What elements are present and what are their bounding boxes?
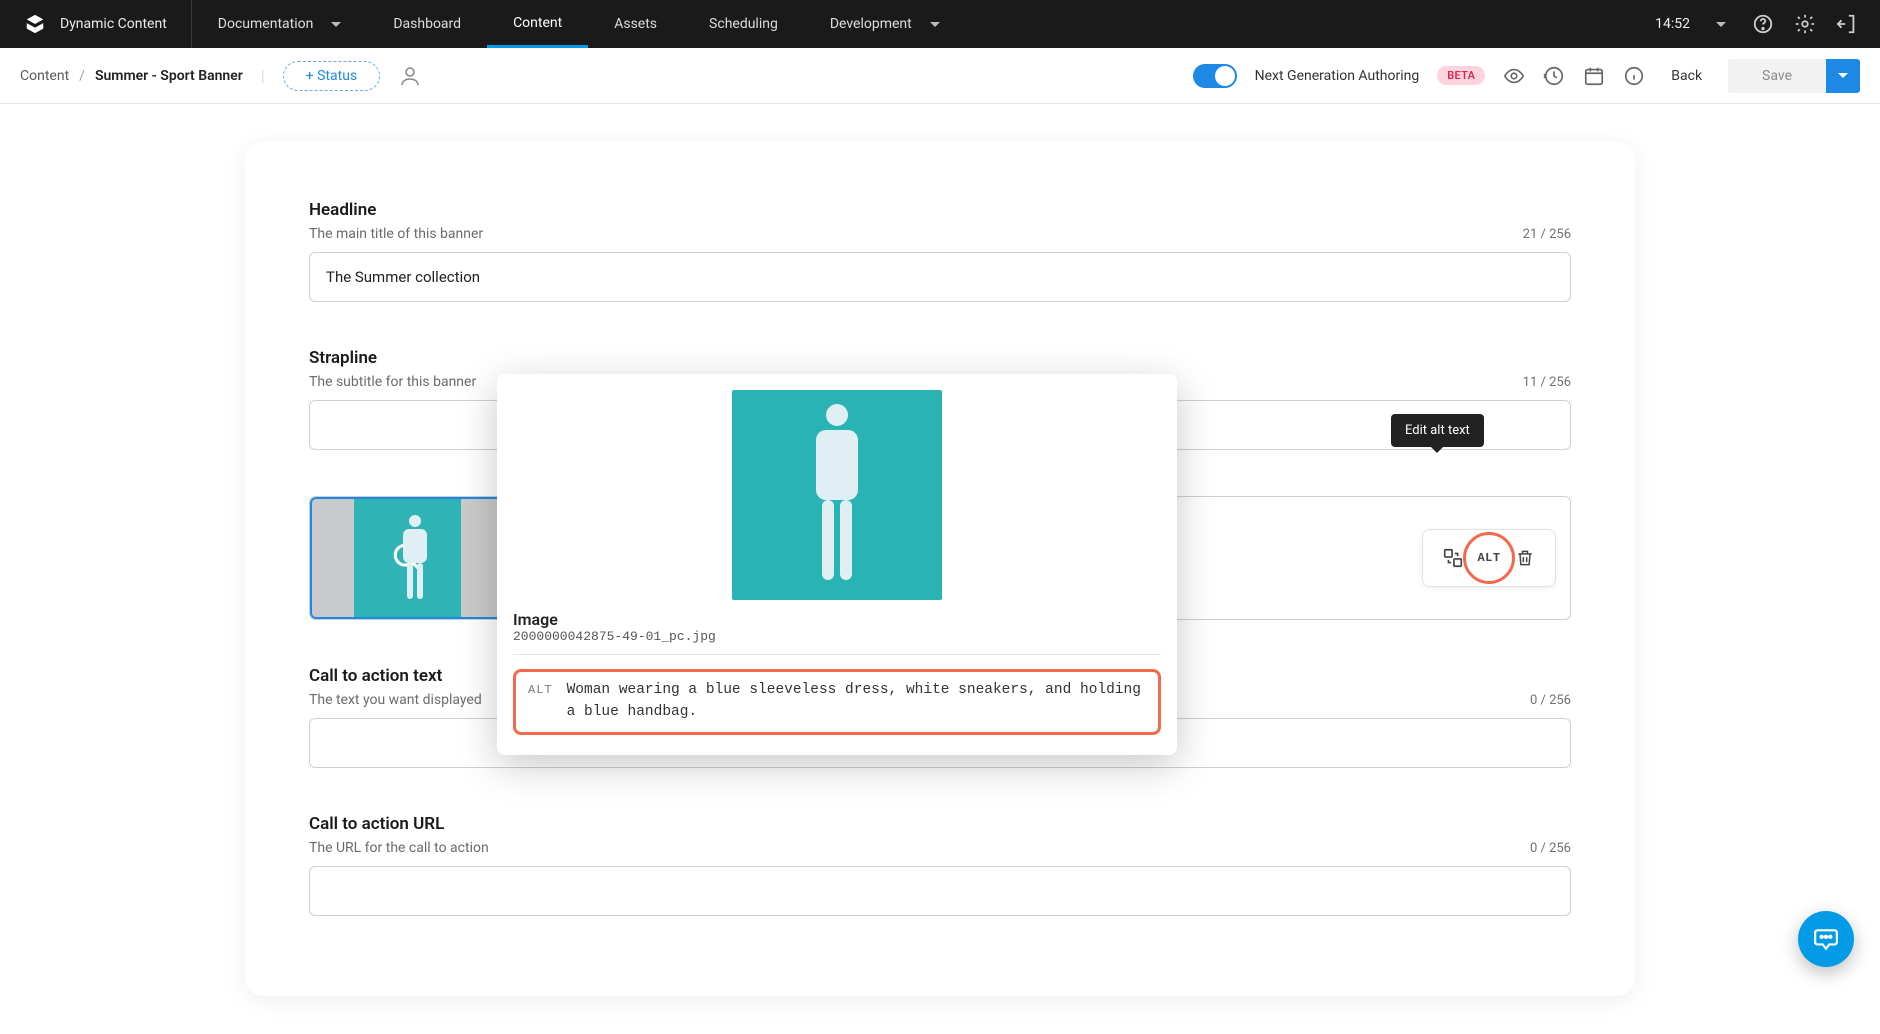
top-nav: Dynamic Content Documentation Dashboard … xyxy=(0,0,1880,48)
alt-tag: ALT xyxy=(528,683,553,697)
popover-title: Image xyxy=(513,610,1161,629)
char-count: 0 / 256 xyxy=(1530,841,1571,856)
chevron-down-icon xyxy=(331,22,341,27)
preview-eye-icon[interactable] xyxy=(1503,65,1525,87)
brand-logo-icon xyxy=(24,13,46,35)
image-thumbnail[interactable] xyxy=(310,497,505,619)
field-help: The subtitle for this banner xyxy=(309,374,476,390)
crumb-sep: / xyxy=(79,68,85,84)
nav-documentation[interactable]: Documentation xyxy=(192,0,368,48)
brand-name: Dynamic Content xyxy=(60,16,167,32)
save-button[interactable]: Save xyxy=(1728,59,1826,93)
image-popover: Image 2000000042875-49-01_pc.jpg ALT Wom… xyxy=(497,374,1177,755)
popover-image-preview xyxy=(732,390,942,600)
user-avatar-icon[interactable] xyxy=(398,64,422,88)
char-count: 21 / 256 xyxy=(1523,227,1571,242)
crumb-current: Summer - Sport Banner xyxy=(95,68,243,84)
chevron-down-icon xyxy=(1838,73,1848,78)
nav-scheduling[interactable]: Scheduling xyxy=(683,0,804,48)
nav-assets[interactable]: Assets xyxy=(588,0,683,48)
nav-dashboard[interactable]: Dashboard xyxy=(367,0,487,48)
logout-icon[interactable] xyxy=(1836,13,1858,35)
field-cta-url: Call to action URL The URL for the call … xyxy=(309,814,1571,916)
char-count: 0 / 256 xyxy=(1530,693,1571,708)
chat-fab-button[interactable] xyxy=(1798,911,1854,967)
popover-filename: 2000000042875-49-01_pc.jpg xyxy=(513,629,1161,655)
back-button[interactable]: Back xyxy=(1663,60,1710,92)
alt-text-box[interactable]: ALT Woman wearing a blue sleeveless dres… xyxy=(513,669,1161,735)
history-icon[interactable] xyxy=(1543,65,1565,87)
breadcrumb: Content / Summer - Sport Banner xyxy=(20,68,243,84)
field-help: The main title of this banner xyxy=(309,226,483,242)
sub-header: Content / Summer - Sport Banner | + Stat… xyxy=(0,48,1880,104)
save-split-button: Save xyxy=(1728,59,1860,93)
calendar-icon[interactable] xyxy=(1583,65,1605,87)
save-dropdown-button[interactable] xyxy=(1826,59,1860,93)
nga-toggle[interactable] xyxy=(1193,64,1237,88)
clock-time: 14:52 xyxy=(1655,16,1690,32)
edit-alt-text-button[interactable]: ALT xyxy=(1471,540,1507,576)
add-status-button[interactable]: + Status xyxy=(283,61,380,91)
headline-input[interactable] xyxy=(309,252,1571,302)
image-toolbar: ALT xyxy=(1422,529,1556,587)
nav-content[interactable]: Content xyxy=(487,0,588,48)
time-chevron-down-icon[interactable] xyxy=(1710,13,1732,35)
help-icon[interactable] xyxy=(1752,13,1774,35)
nga-label: Next Generation Authoring xyxy=(1255,68,1420,84)
beta-badge: BETA xyxy=(1437,66,1485,85)
nav-development[interactable]: Development xyxy=(804,0,966,48)
info-icon[interactable] xyxy=(1623,65,1645,87)
field-label: Call to action URL xyxy=(309,814,1571,834)
alt-text-value: Woman wearing a blue sleeveless dress, w… xyxy=(567,680,1146,724)
field-headline: Headline The main title of this banner 2… xyxy=(309,200,1571,302)
field-label: Strapline xyxy=(309,348,1571,368)
gear-icon[interactable] xyxy=(1794,13,1816,35)
field-help: The text you want displayed xyxy=(309,692,482,708)
char-count: 11 / 256 xyxy=(1523,375,1571,390)
brand: Dynamic Content xyxy=(0,0,192,48)
highlight-ring-icon xyxy=(1463,532,1515,584)
field-help: The URL for the call to action xyxy=(309,840,489,856)
tooltip-edit-alt-text: Edit alt text xyxy=(1391,414,1484,447)
cta-url-input[interactable] xyxy=(309,866,1571,916)
field-label: Headline xyxy=(309,200,1571,220)
crumb-root[interactable]: Content xyxy=(20,68,69,84)
chevron-down-icon xyxy=(930,22,940,27)
